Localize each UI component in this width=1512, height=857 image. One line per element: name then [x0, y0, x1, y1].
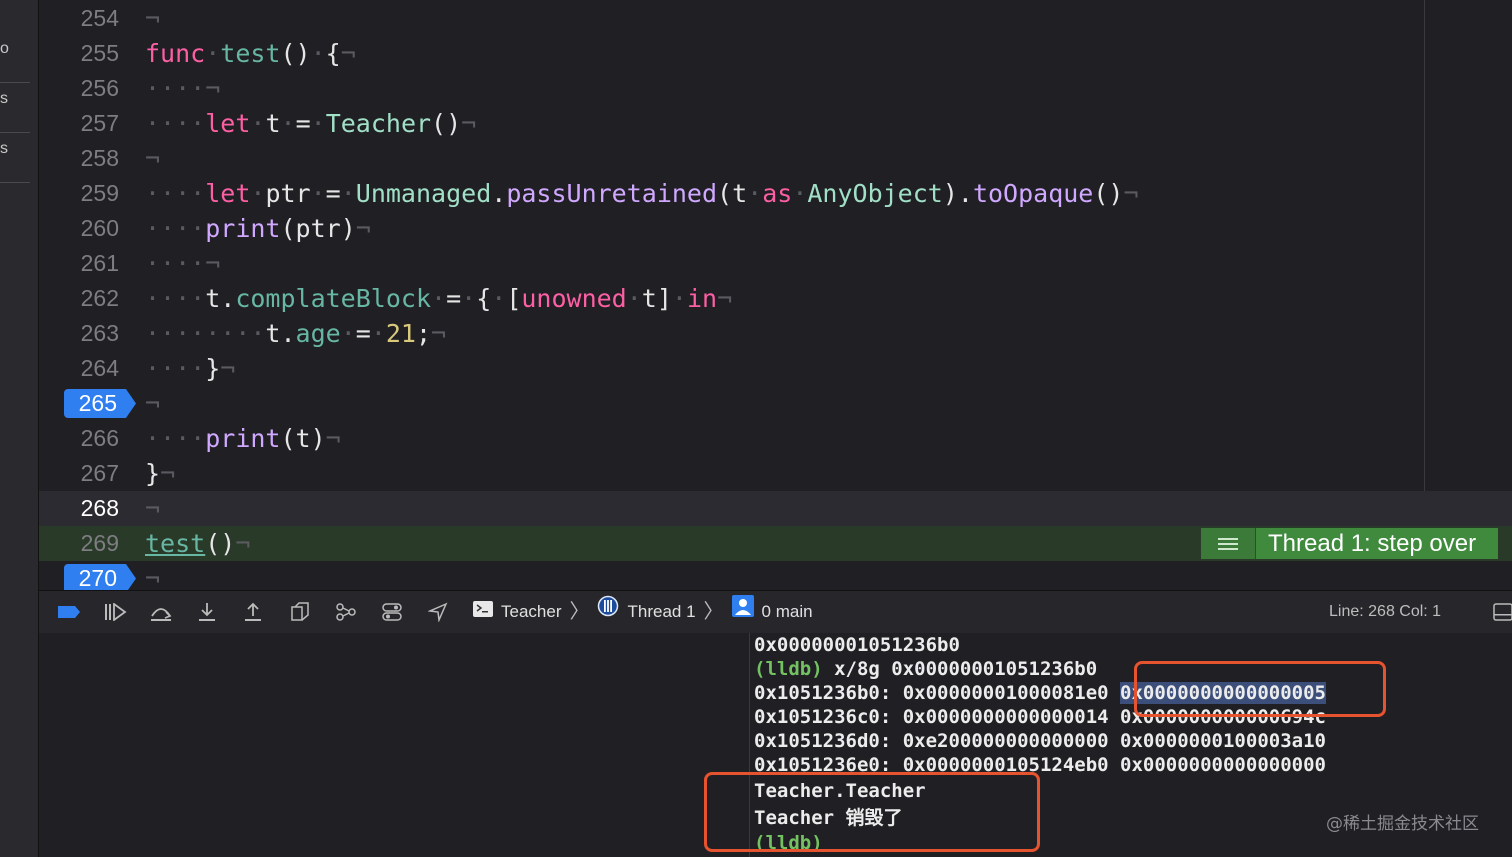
- line-number[interactable]: 257: [39, 106, 119, 141]
- code-line[interactable]: 264 ····}¬: [39, 351, 1512, 386]
- terminal-icon: [473, 591, 493, 633]
- code-line[interactable]: 260 ····print(ptr)¬: [39, 211, 1512, 246]
- line-number[interactable]: 262: [39, 281, 119, 316]
- code-line[interactable]: 261 ····¬: [39, 246, 1512, 281]
- memory-graph-icon[interactable]: [332, 600, 360, 624]
- navigator-strip: o s s: [0, 0, 39, 857]
- code-text: }¬: [145, 459, 176, 488]
- code-text: ¬: [145, 494, 161, 523]
- variables-view[interactable]: [39, 633, 750, 857]
- line-number[interactable]: 258: [39, 141, 119, 176]
- code-text: ····}¬: [145, 354, 236, 383]
- step-over-icon[interactable]: [147, 600, 175, 624]
- code-line[interactable]: 257 ····let·t·=·Teacher()¬: [39, 106, 1512, 141]
- navigator-fragment: s: [0, 140, 8, 157]
- code-text: ¬: [145, 144, 161, 173]
- navigator-fragment: o: [0, 40, 9, 57]
- breadcrumb-frame[interactable]: 0 main: [762, 591, 813, 633]
- code-text: ········t.age·=·21;¬: [145, 319, 447, 348]
- memory-row-addr: 0x1051236b0: 0x00000001000081e0: [754, 682, 1121, 704]
- code-line[interactable]: 267 }¬: [39, 456, 1512, 491]
- line-number[interactable]: 256: [39, 71, 119, 106]
- line-number[interactable]: 268: [39, 491, 119, 526]
- code-line[interactable]: 262 ····t.complateBlock·=·{·[unowned·t]·…: [39, 281, 1512, 316]
- code-text: func·test()·{¬: [145, 39, 356, 68]
- breadcrumb-target[interactable]: Teacher: [501, 591, 561, 633]
- code-line[interactable]: 265 ¬: [39, 386, 1512, 421]
- code-text: ¬: [145, 389, 161, 418]
- line-number[interactable]: 264: [39, 351, 119, 386]
- breadcrumb: Teacher 〉 Thread 1 〉 0 main: [473, 591, 813, 633]
- code-text: ····¬: [145, 249, 221, 278]
- chevron-right-icon: 〉: [703, 601, 724, 623]
- line-number[interactable]: 269: [39, 526, 119, 561]
- debug-toolbar: Teacher 〉 Thread 1 〉 0 main Line: 268 Co…: [39, 590, 1512, 634]
- thread-icon: [597, 591, 619, 633]
- code-text: ····¬: [145, 74, 221, 103]
- console-line: 0x00000001051236b0: [754, 634, 960, 656]
- code-line[interactable]: 258 ¬: [39, 141, 1512, 176]
- line-number[interactable]: 259: [39, 176, 119, 211]
- breakpoint-marker[interactable]: 265: [64, 389, 136, 418]
- view-hierarchy-icon[interactable]: [286, 600, 314, 624]
- code-text: ····t.complateBlock·=·{·[unowned·t]·in¬: [145, 284, 733, 313]
- code-text: test()¬: [145, 529, 251, 558]
- breadcrumb-thread[interactable]: Thread 1: [627, 591, 695, 633]
- continue-icon[interactable]: [101, 600, 129, 624]
- divider: [0, 132, 30, 133]
- code-line[interactable]: 256 ····¬: [39, 71, 1512, 106]
- line-number[interactable]: 263: [39, 316, 119, 351]
- step-out-icon[interactable]: [239, 600, 267, 624]
- console-command: x/8g 0x00000001051236b0: [822, 658, 1098, 680]
- code-text: ····print(ptr)¬: [145, 214, 371, 243]
- console-line: 0x1051236d0: 0xe200000000000000 0x000000…: [754, 730, 1326, 752]
- step-into-icon[interactable]: [193, 600, 221, 624]
- environment-overrides-icon[interactable]: [378, 600, 406, 624]
- code-line[interactable]: 259 ····let·ptr·=·Unmanaged.passUnretain…: [39, 176, 1512, 211]
- code-line[interactable]: 255 func·test()·{¬: [39, 36, 1512, 71]
- console-layout-icon[interactable]: [1489, 600, 1512, 624]
- lldb-prompt: (lldb): [754, 658, 823, 680]
- code-text: ¬: [145, 4, 161, 33]
- breakpoint-marker[interactable]: 270: [64, 564, 136, 590]
- line-number[interactable]: 260: [39, 211, 119, 246]
- code-line-stepped[interactable]: 269 test()¬ Thread 1: step over: [39, 526, 1512, 561]
- code-line-current[interactable]: 268 ¬: [39, 491, 1512, 526]
- divider: [0, 82, 30, 83]
- simulate-location-icon[interactable]: [424, 600, 452, 624]
- highlight-box-deinit: [704, 772, 1040, 852]
- line-col-indicator: Line: 268 Col: 1: [1329, 603, 1442, 620]
- code-text: ····print(t)¬: [145, 424, 341, 453]
- code-line[interactable]: 254 ¬: [39, 1, 1512, 36]
- step-over-label: Thread 1: step over: [1256, 528, 1499, 559]
- line-number[interactable]: 266: [39, 421, 119, 456]
- code-text: ····let·ptr·=·Unmanaged.passUnretained(t…: [145, 179, 1139, 208]
- list-icon[interactable]: [1201, 528, 1256, 559]
- divider: [0, 182, 30, 183]
- console-line: (lldb) x/8g 0x00000001051236b0: [754, 657, 1097, 681]
- line-number[interactable]: 267: [39, 456, 119, 491]
- watermark: @稀土掘金技术社区: [1326, 814, 1479, 834]
- highlight-box-refcount: [1134, 661, 1386, 717]
- code-editor[interactable]: 254 ¬ 255 func·test()·{¬ 256 ····¬ 257 ·…: [39, 0, 1512, 590]
- code-text: ····let·t·=·Teacher()¬: [145, 109, 477, 138]
- line-number[interactable]: 255: [39, 36, 119, 71]
- code-text: ¬: [145, 564, 161, 590]
- navigator-fragment: s: [0, 90, 8, 107]
- frame-icon: [731, 591, 754, 633]
- line-number[interactable]: 254: [39, 1, 119, 36]
- code-line[interactable]: 266 ····print(t)¬: [39, 421, 1512, 456]
- step-over-badge[interactable]: Thread 1: step over: [1201, 528, 1499, 559]
- code-line[interactable]: 270 ¬: [39, 561, 1512, 590]
- code-line[interactable]: 263 ········t.age·=·21;¬: [39, 316, 1512, 351]
- chevron-right-icon: 〉: [569, 601, 590, 623]
- line-number[interactable]: 261: [39, 246, 119, 281]
- breakpoints-toggle-icon[interactable]: [55, 600, 83, 624]
